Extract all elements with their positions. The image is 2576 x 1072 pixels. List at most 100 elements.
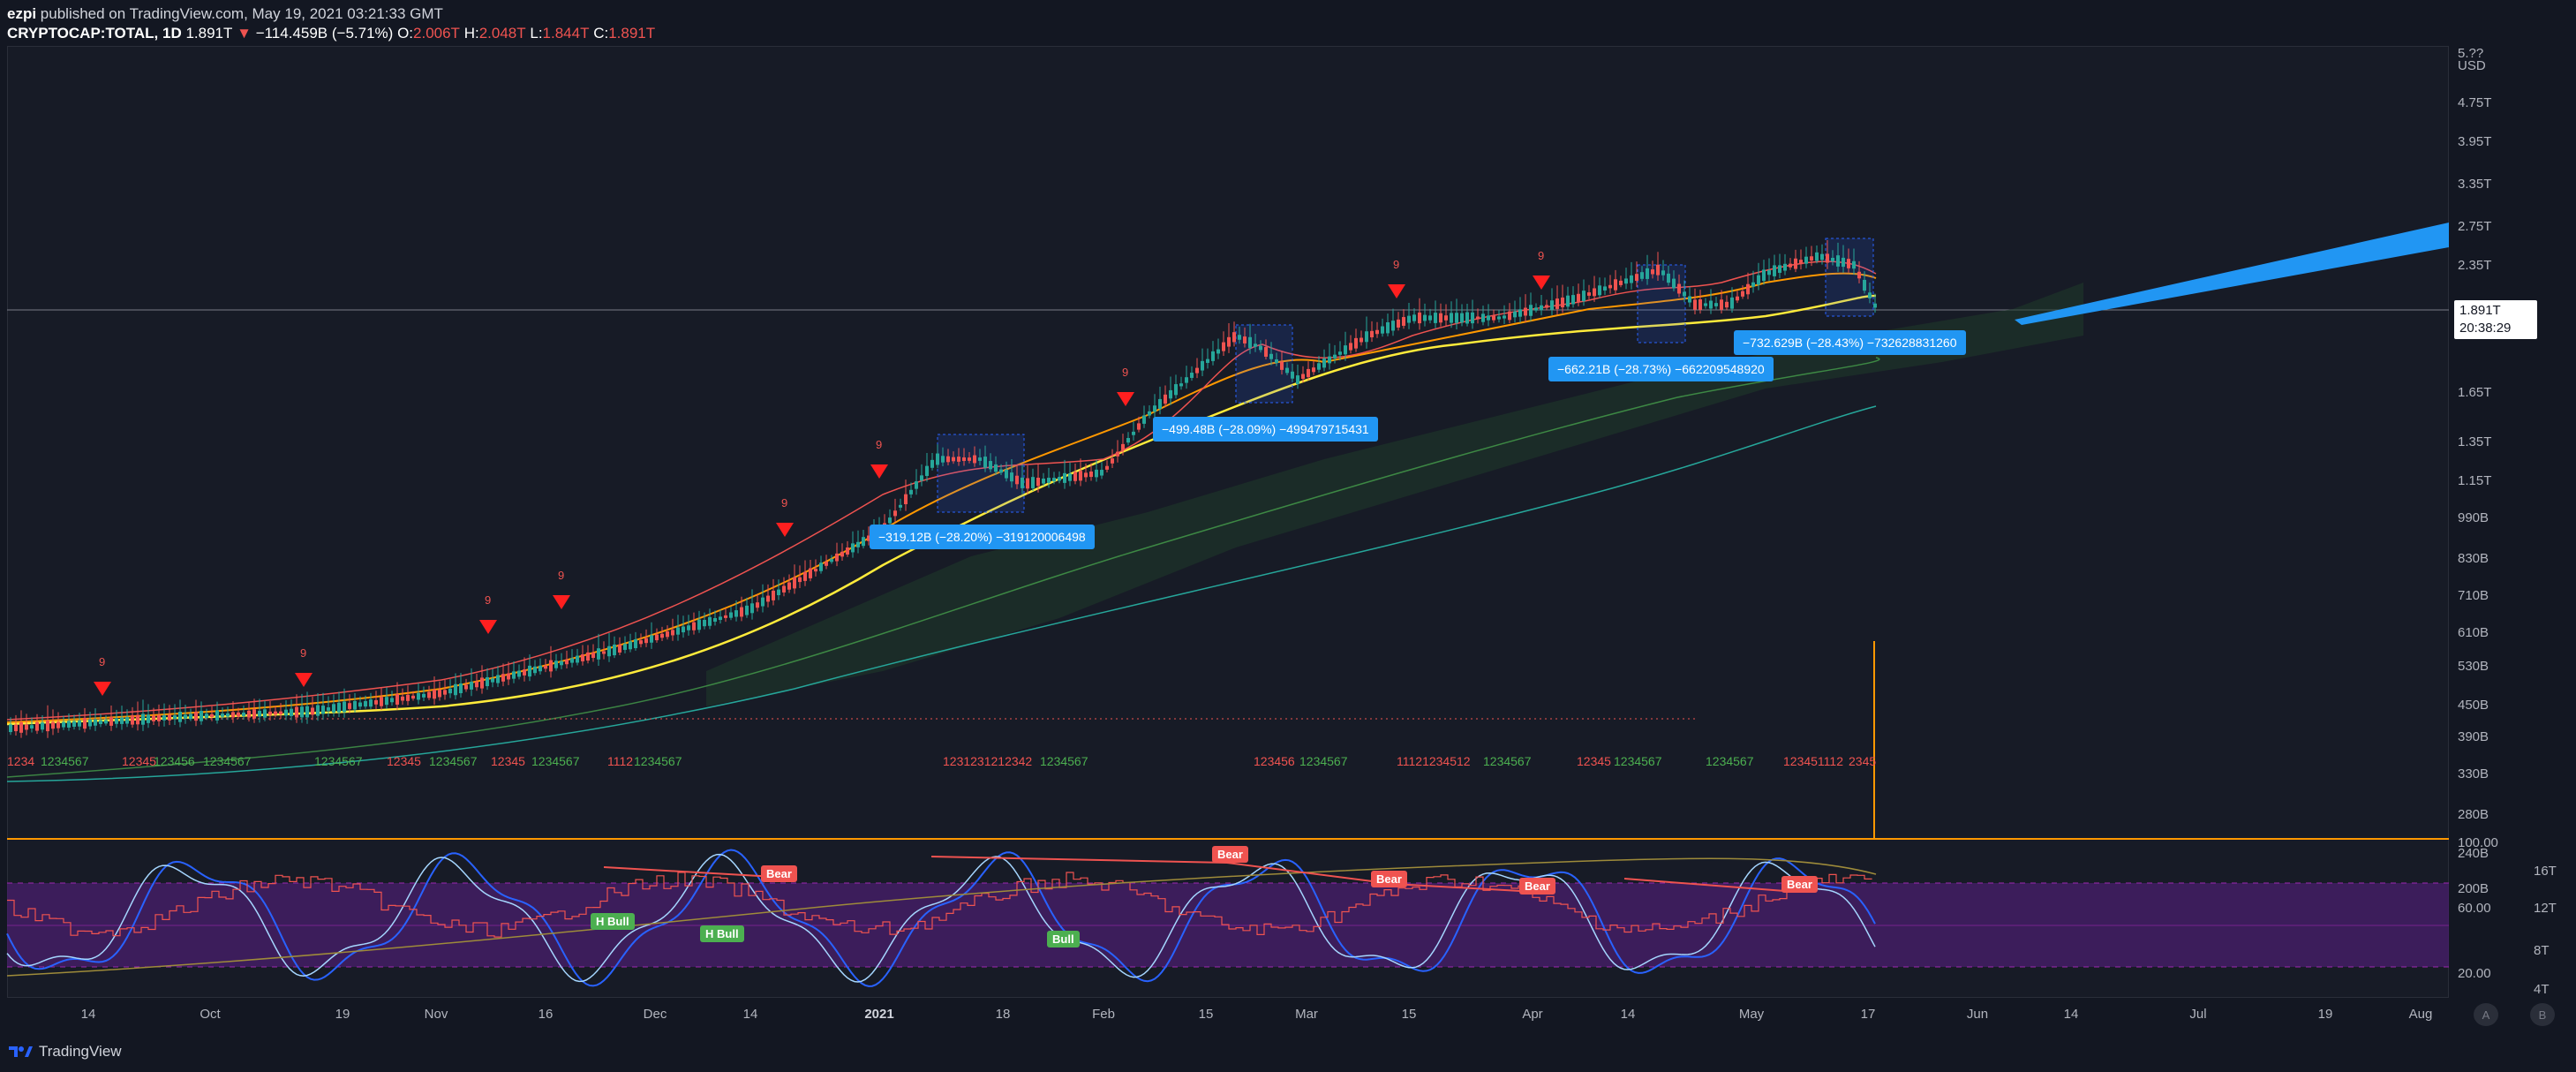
time-tick-label: 18	[995, 1007, 1011, 1022]
candle-body	[1201, 360, 1204, 371]
candle-body	[1465, 312, 1469, 324]
candle-body	[1153, 405, 1156, 412]
oscillator-left-tick: 100.00	[2458, 835, 2498, 850]
candle-body	[1312, 367, 1315, 373]
td-nine-7: 9	[1122, 366, 1129, 379]
auto-scale-button[interactable]: A	[2474, 1003, 2498, 1026]
candle-body	[772, 590, 775, 600]
candle-body	[1635, 274, 1638, 282]
candle-body	[56, 721, 60, 729]
volume-axis-tick: 4T	[2534, 982, 2550, 997]
td-sequence-count: 1234567	[1483, 754, 1532, 768]
candle-body	[1121, 443, 1125, 450]
measure-callout-2[interactable]: −499.48B (−28.09%) −499479715431	[1153, 417, 1378, 442]
candle-body	[925, 465, 929, 477]
time-tick-label: 16	[538, 1007, 554, 1022]
candle-body	[470, 682, 473, 690]
hidden-bull-badge: H Bull	[700, 925, 744, 942]
candle-body	[1492, 315, 1495, 321]
candle-body	[1042, 478, 1045, 484]
candle-body	[215, 710, 219, 721]
td-sequence-count: 123456	[154, 754, 195, 768]
candle-body	[591, 652, 595, 659]
candle-body	[1444, 315, 1448, 321]
measure-callout-3[interactable]: −662.21B (−28.73%) −662209548920	[1548, 357, 1774, 381]
candle-body	[1222, 342, 1225, 351]
candle-body	[1815, 252, 1819, 261]
candle-body	[189, 713, 192, 720]
tradingview-logo[interactable]: TradingView	[7, 1043, 122, 1061]
candle-body	[9, 724, 12, 733]
candle-body	[274, 711, 277, 715]
bar-countdown: 20:38:29	[2459, 321, 2512, 336]
candle-body	[523, 669, 526, 676]
candle-body	[173, 715, 177, 720]
candle-body	[1142, 415, 1146, 424]
candle-body	[1497, 316, 1501, 320]
candle-body	[682, 626, 685, 633]
candle-body	[88, 719, 92, 727]
volume-axis-tick: 8T	[2534, 943, 2550, 958]
candle-body	[957, 457, 960, 462]
volume-axis-tick: 12T	[2534, 901, 2557, 916]
bear-divergence-badge: Bear	[1519, 878, 1555, 895]
log-scale-button[interactable]: B	[2530, 1003, 2555, 1026]
candle-body	[369, 699, 373, 707]
candle-body	[1185, 377, 1188, 383]
measure-callout-1[interactable]: −319.12B (−28.20%) −319120006498	[870, 525, 1095, 549]
td-sequence-count: 1231231212342	[943, 754, 1033, 768]
candle-body	[1328, 356, 1331, 364]
candle-body	[1661, 270, 1665, 276]
time-tick-label: 19	[335, 1007, 350, 1022]
candle-body	[1248, 336, 1252, 349]
candle-body	[448, 688, 452, 694]
candle-body	[157, 714, 161, 721]
candle-body	[1619, 280, 1623, 285]
candle-body	[284, 709, 288, 716]
candle-body	[544, 665, 547, 669]
candle-body	[1725, 301, 1729, 308]
chart-drawing	[6, 223, 2449, 987]
candle-body	[1243, 336, 1247, 343]
candle-body	[141, 713, 145, 725]
candle-body	[1746, 283, 1750, 295]
candle-body	[1455, 313, 1458, 323]
candle-body	[433, 689, 436, 699]
time-tick-label: Oct	[200, 1007, 221, 1022]
candle-body	[19, 722, 23, 733]
candle-body	[787, 582, 791, 590]
candle-body	[316, 705, 320, 716]
price-tick-label: 1.15T	[2458, 473, 2492, 488]
candle-body	[1227, 336, 1231, 347]
td-sequence-count: 1234567	[41, 754, 89, 768]
candle-body	[1407, 315, 1411, 323]
current-price-tag: 1.891T 20:38:29	[2454, 300, 2537, 339]
candle-body	[703, 620, 706, 627]
candle-body	[1471, 312, 1474, 324]
time-axis[interactable]: 14 Oct 19 Nov 16 Dec 14 2021 18 Feb 15 Mar 15 Apr 14 Ma…	[7, 998, 2449, 1031]
candle-body	[131, 715, 134, 725]
candle-body	[1831, 257, 1834, 262]
candle-body	[35, 721, 39, 731]
candle-body	[734, 610, 738, 617]
candle-body	[1338, 351, 1342, 355]
candle-body	[1736, 296, 1739, 301]
candle-body	[1036, 478, 1040, 487]
td-sequence-count: 1112	[607, 754, 634, 768]
candle-body	[1693, 299, 1697, 310]
candle-body	[99, 720, 102, 725]
candle-body	[1852, 260, 1856, 269]
candle-body	[1656, 264, 1660, 276]
measure-callout-4[interactable]: −732.629B (−28.43%) −732628831260	[1734, 330, 1966, 355]
td-nine-2: 9	[300, 646, 307, 660]
candle-body	[904, 494, 908, 504]
time-tick-label: Jul	[2189, 1007, 2207, 1022]
candle-body	[1079, 471, 1082, 481]
price-axis[interactable]: 5.?? USD 4.75T 3.95T 3.35T 2.75T 2.35T 1.65T 1…	[2449, 46, 2576, 998]
candle-body	[1873, 303, 1877, 308]
td-sequence-count: 1234567	[203, 754, 252, 768]
candle-body	[1842, 257, 1845, 268]
td-sequence-count: 12345	[387, 754, 421, 768]
candle-body	[1799, 260, 1803, 265]
candle-body	[1111, 458, 1114, 464]
